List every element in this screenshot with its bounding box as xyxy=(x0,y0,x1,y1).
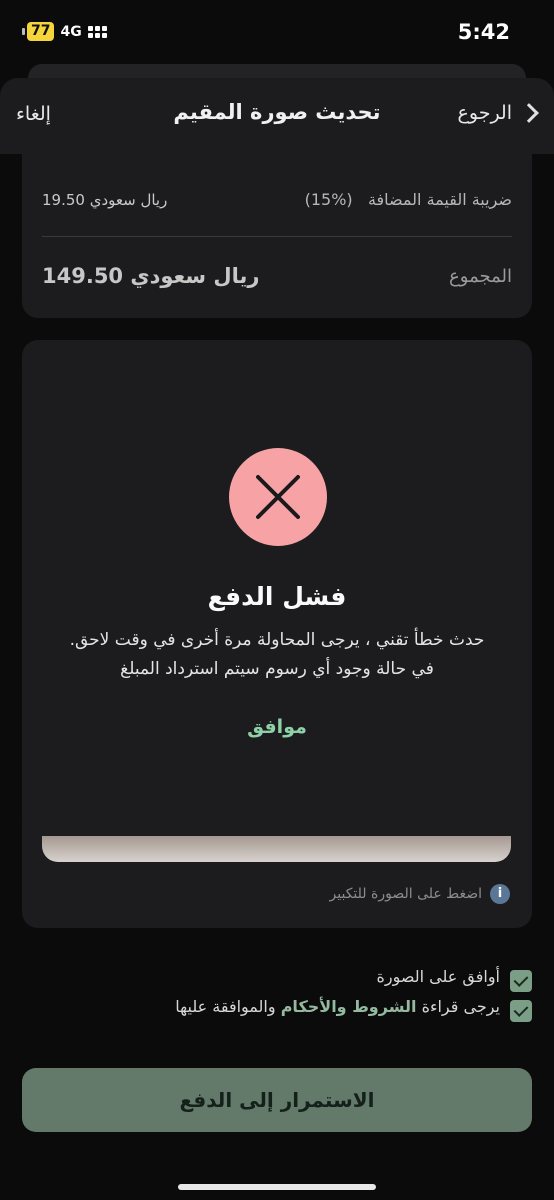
status-bar: 77 4G 5:42 xyxy=(0,0,554,64)
photo-agreement[interactable]: أوافق على الصورة xyxy=(376,960,532,992)
dialog-title: فشل الدفع xyxy=(207,582,347,611)
ok-button[interactable]: موافق xyxy=(22,716,532,738)
terms-agreement[interactable]: يرجى قراءة الشروط والأحكام والموافقة علي… xyxy=(175,990,532,1022)
info-icon: i xyxy=(490,884,510,904)
home-indicator xyxy=(178,1184,376,1190)
network-type: 4G xyxy=(60,23,82,40)
zoom-hint-text: اضغط على الصورة للتكبير xyxy=(329,886,482,902)
continue-to-payment-button[interactable]: الاستمرار إلى الدفع xyxy=(22,1068,532,1132)
total-amount: 149.50 ريال سعودي xyxy=(42,264,260,288)
navigation-header: إلغاء تحديث صورة المقيم الرجوع xyxy=(0,78,554,154)
signal-icon xyxy=(87,25,107,38)
photo-agreement-checkbox[interactable] xyxy=(510,970,532,992)
terms-checkbox[interactable] xyxy=(510,1000,532,1022)
payment-summary-card: 19.50 ريال سعودي (15%) ضريبة القيمة المض… xyxy=(22,154,532,318)
error-x-icon xyxy=(229,448,327,546)
chevron-right-icon xyxy=(519,103,539,123)
dialog-message: حدث خطأ تقني ، يرجى المحاولة مرة أخرى في… xyxy=(69,630,485,679)
status-indicators: 77 4G xyxy=(22,22,107,41)
total-label: المجموع xyxy=(449,265,512,287)
terms-prefix: يرجى قراءة xyxy=(421,996,500,1016)
back-label: الرجوع xyxy=(457,102,512,124)
battery-tip xyxy=(22,28,25,35)
total-row: 149.50 ريال سعودي المجموع xyxy=(42,264,512,288)
terms-suffix: والموافقة عليها xyxy=(175,996,276,1016)
divider xyxy=(42,236,512,237)
payment-failed-dialog: فشل الدفع حدث خطأ تقني ، يرجى المحاولة م… xyxy=(22,364,532,836)
vat-label-group: (15%) ضريبة القيمة المضافة xyxy=(305,190,512,209)
status-time: 5:42 xyxy=(457,20,510,44)
zoom-hint: اضغط على الصورة للتكبير i xyxy=(330,884,510,904)
vat-amount: 19.50 ريال سعودي xyxy=(42,190,168,209)
photo-agreement-label: أوافق على الصورة xyxy=(376,966,500,986)
battery-level: 77 xyxy=(27,22,55,41)
vat-percent: (15%) xyxy=(304,190,353,209)
vat-label: ضريبة القيمة المضافة xyxy=(367,190,512,209)
vat-row: 19.50 ريال سعودي (15%) ضريبة القيمة المض… xyxy=(42,190,512,209)
terms-link[interactable]: الشروط والأحكام xyxy=(281,997,417,1016)
terms-text: يرجى قراءة الشروط والأحكام والموافقة علي… xyxy=(175,997,500,1016)
back-button[interactable]: الرجوع xyxy=(457,102,539,124)
